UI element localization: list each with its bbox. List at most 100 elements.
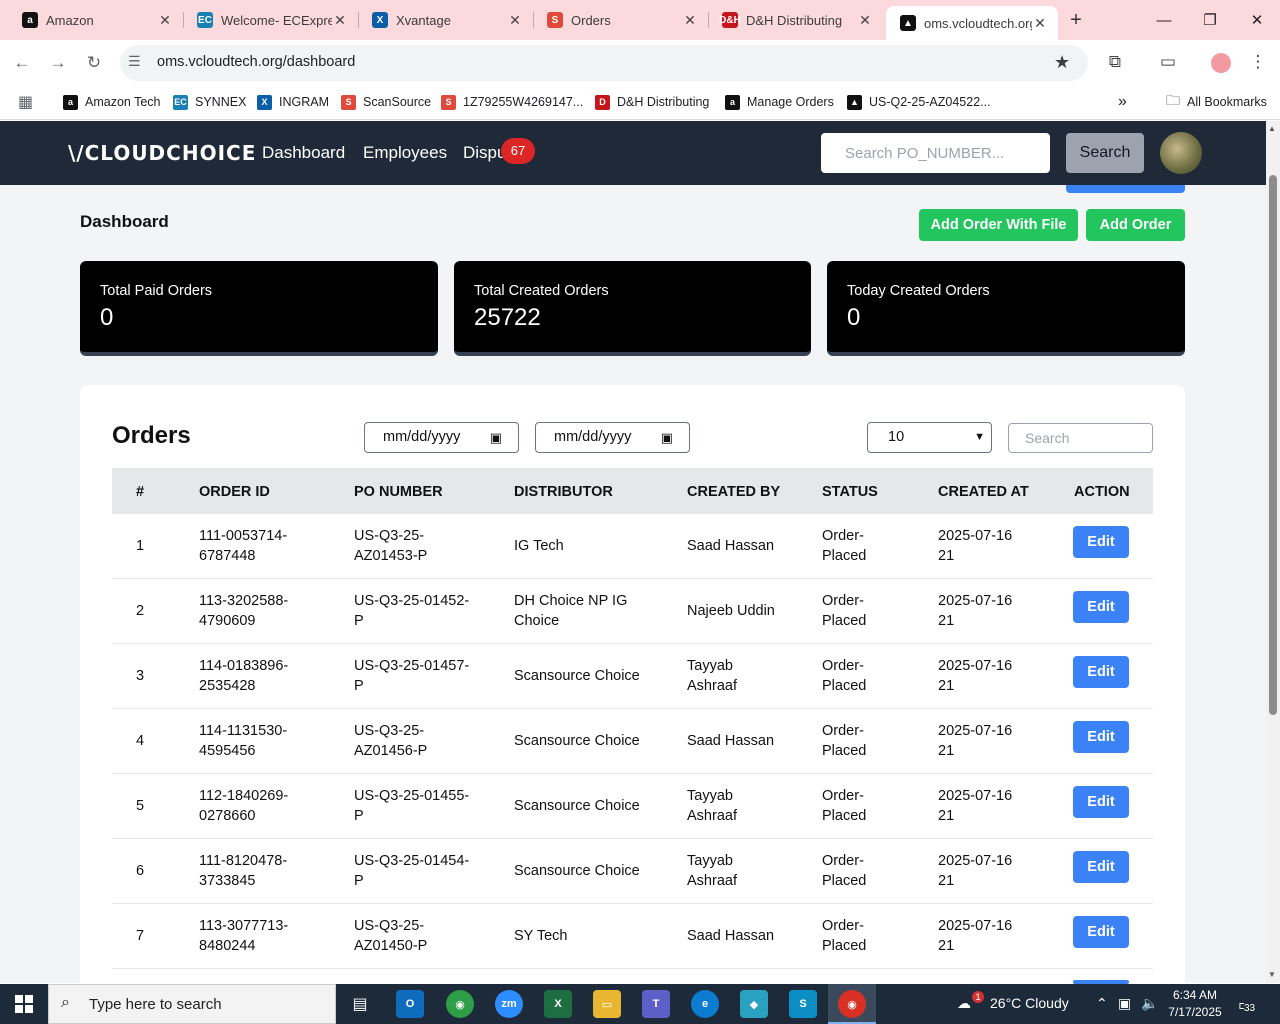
excel-icon[interactable]: X (544, 990, 572, 1018)
bookmark-item[interactable]: ▲ US-Q2-25-AZ04522... (847, 92, 991, 112)
scrollbar-thumb[interactable] (1269, 175, 1277, 715)
clock-date: 7/17/2025 (1168, 1005, 1222, 1019)
minimize-button[interactable]: — (1141, 0, 1187, 40)
site-info-icon[interactable]: ☰ (128, 53, 141, 70)
network-icon[interactable]: ▣ (1118, 995, 1131, 1012)
script-app-icon[interactable]: S (789, 990, 817, 1018)
bookmark-star-icon[interactable]: ★ (1054, 52, 1070, 73)
clock[interactable]: 6:34 AM 7/17/2025 (1160, 987, 1230, 1021)
add-order-with-file-button[interactable]: Add Order With File (919, 209, 1078, 241)
bookmark-item[interactable]: a Amazon Tech (63, 92, 161, 112)
browser-tab[interactable]: S Orders ✕ (533, 0, 708, 40)
date-to-input[interactable]: mm/dd/yyyy ▣ (535, 422, 690, 453)
edit-button[interactable]: Edit (1073, 591, 1129, 623)
weather-icon[interactable]: ☁ (957, 995, 971, 1012)
start-button[interactable] (0, 984, 48, 1024)
calendar-icon[interactable]: ▣ (490, 423, 502, 452)
date-from-input[interactable]: mm/dd/yyyy ▣ (364, 422, 519, 453)
partially-hidden-button[interactable] (1066, 185, 1185, 193)
cell-created-by-line: Saad Hassan (687, 733, 775, 749)
apps-grid-icon[interactable]: ▦ (18, 92, 33, 112)
url-text[interactable]: oms.vcloudtech.org/dashboard (157, 54, 355, 70)
chrome-profile-icon[interactable]: ◉ (838, 990, 866, 1018)
browser-tab[interactable]: X Xvantage ✕ (358, 0, 533, 40)
chevron-up-icon[interactable]: ⌃ (1096, 995, 1108, 1012)
cell-created-at-line: 2025-07-16 (938, 658, 1013, 674)
cell-distributor-line: SY Tech (514, 928, 568, 944)
restore-button[interactable]: ❐ (1187, 0, 1233, 40)
page-size-select[interactable]: 10 ▼ (867, 422, 992, 453)
cell-distributor-line: Scansource Choice (514, 733, 640, 749)
edge-icon[interactable]: e (691, 990, 719, 1018)
bookmark-item[interactable]: X INGRAM (257, 92, 329, 112)
chrome-icon[interactable]: ◉ (446, 990, 474, 1018)
edit-button[interactable]: Edit (1073, 851, 1129, 883)
edit-button[interactable]: Edit (1073, 656, 1129, 688)
bookmark-item[interactable]: EC SYNNEX (173, 92, 246, 112)
edit-button[interactable]: Edit (1073, 721, 1129, 753)
reload-button[interactable]: ↻ (82, 51, 106, 75)
task-view-icon[interactable]: ▤ (346, 990, 374, 1018)
close-tab-icon[interactable]: ✕ (157, 12, 173, 29)
col-status: STATUS (822, 484, 878, 500)
bookmark-item[interactable]: S 1Z79255W4269147... (441, 92, 583, 112)
browser-tab[interactable]: EC Welcome- ECExpre ✕ (183, 0, 358, 40)
cell-status: Order- Placed (822, 526, 866, 566)
back-button[interactable]: ← (10, 51, 34, 75)
weather-text[interactable]: 26°C Cloudy (990, 995, 1069, 1011)
scroll-down-arrow[interactable]: ▼ (1268, 970, 1276, 979)
browser-tab[interactable]: ▲ oms.vcloudtech.org ✕ (886, 6, 1058, 40)
tab-title: Xvantage (396, 12, 451, 28)
po-number-search-input[interactable] (821, 133, 1050, 173)
browser-tab[interactable]: D&H D&H Distributing ✕ (708, 0, 883, 40)
close-tab-icon[interactable]: ✕ (507, 12, 523, 29)
edit-button[interactable]: Edit (1073, 916, 1129, 948)
outlook-icon[interactable]: O (396, 990, 424, 1018)
edit-button[interactable]: Edit (1073, 786, 1129, 818)
col-number: # (136, 484, 145, 500)
close-tab-icon[interactable]: ✕ (682, 12, 698, 29)
bookmark-item[interactable]: a Manage Orders (725, 92, 834, 112)
nav-dashboard[interactable]: Dashboard (262, 143, 345, 163)
close-tab-icon[interactable]: ✕ (1032, 15, 1048, 32)
nav-employees[interactable]: Employees (363, 143, 447, 163)
close-tab-icon[interactable]: ✕ (332, 12, 348, 29)
cell-order-id-line: 6787448 (199, 548, 256, 564)
zoom-icon[interactable]: zm (495, 990, 523, 1018)
forward-button[interactable]: → (46, 51, 70, 75)
cell-created-at-line: 21 (938, 678, 955, 694)
menu-icon[interactable]: ⋮ (1246, 52, 1270, 72)
cloudchoice-logo[interactable]: \/CLOUDCHOICE (68, 141, 256, 165)
profile-avatar[interactable] (1211, 53, 1231, 73)
app-icon[interactable]: ◆ (740, 990, 768, 1018)
cell-status-line: Order- (822, 528, 864, 544)
taskbar-search[interactable]: ⌕ Type here to search (48, 984, 336, 1024)
cell-status-line: Placed (822, 613, 867, 629)
user-avatar[interactable] (1160, 132, 1202, 174)
all-bookmarks[interactable]: 🗀 All Bookmarks (1166, 92, 1267, 112)
folder-icon: 🗀 (1166, 92, 1180, 108)
date-to-value: mm/dd/yyyy (554, 429, 632, 445)
add-order-button[interactable]: Add Order (1086, 209, 1185, 241)
cast-icon[interactable]: ▭ (1156, 52, 1180, 72)
teams-icon[interactable]: T (642, 990, 670, 1018)
orders-search-input[interactable] (1008, 423, 1153, 453)
nav-disputes[interactable]: Dispu (463, 143, 506, 163)
scroll-up-arrow[interactable]: ▲ (1268, 124, 1276, 133)
bookmark-item[interactable]: D D&H Distributing (595, 92, 709, 112)
close-window-button[interactable]: ✕ (1234, 0, 1280, 40)
bookmark-item[interactable]: S ScanSource (341, 92, 431, 112)
cell-number: 7 (136, 926, 144, 946)
header-search-button[interactable]: Search (1066, 133, 1144, 173)
file-explorer-icon[interactable]: ▭ (593, 990, 621, 1018)
edit-button[interactable]: Edit (1073, 526, 1129, 558)
cell-created-by: Saad Hassan (687, 536, 774, 556)
extensions-icon[interactable]: ⧉ (1103, 52, 1127, 72)
close-tab-icon[interactable]: ✕ (857, 12, 873, 29)
calendar-icon[interactable]: ▣ (661, 423, 673, 452)
browser-tab[interactable]: a Amazon ✕ (8, 0, 183, 40)
new-tab-button[interactable]: + (1064, 8, 1088, 32)
dh-icon: D&H (719, 12, 741, 28)
more-bookmarks-icon[interactable]: » (1118, 92, 1127, 112)
volume-icon[interactable]: 🔈 (1141, 995, 1158, 1012)
